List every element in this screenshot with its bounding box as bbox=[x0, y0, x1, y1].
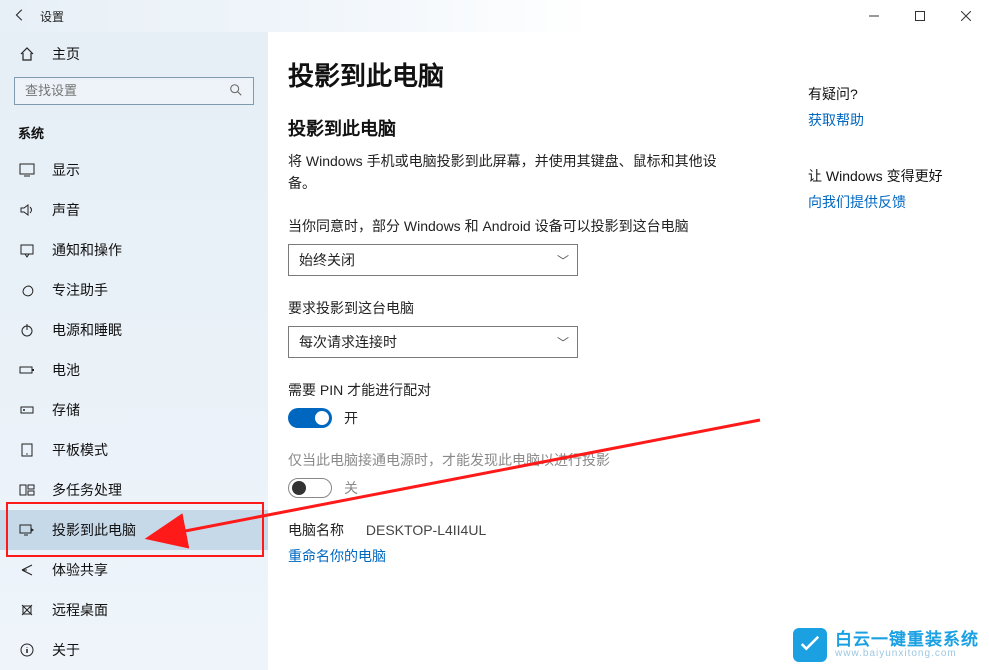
search-box[interactable] bbox=[14, 77, 254, 105]
sidebar-home[interactable]: 主页 bbox=[0, 38, 268, 71]
option1-label: 当你同意时，部分 Windows 和 Android 设备可以投影到这台电脑 bbox=[288, 216, 768, 236]
sidebar-item-remote-desktop[interactable]: 远程桌面 bbox=[0, 590, 268, 630]
page-title: 投影到此电脑 bbox=[288, 56, 768, 93]
storage-icon bbox=[18, 402, 36, 418]
section-title: 投影到此电脑 bbox=[288, 115, 768, 141]
sidebar-item-label: 声音 bbox=[52, 200, 80, 220]
home-icon bbox=[18, 46, 36, 62]
sidebar-item-focus-assist[interactable]: 专注助手 bbox=[0, 270, 268, 310]
option1-select[interactable]: 始终关闭 ﹀ bbox=[288, 244, 578, 276]
sidebar-section-label: 系统 bbox=[0, 115, 268, 150]
sidebar-item-label: 电池 bbox=[52, 360, 80, 380]
minimize-button[interactable] bbox=[851, 0, 897, 32]
power-only-toggle-state: 关 bbox=[344, 478, 358, 498]
back-button[interactable] bbox=[0, 8, 40, 25]
sidebar-item-shared-experiences[interactable]: 体验共享 bbox=[0, 550, 268, 590]
sidebar-item-label: 关于 bbox=[52, 640, 80, 660]
help-question: 有疑问? bbox=[808, 84, 943, 104]
project-icon bbox=[18, 522, 36, 538]
sidebar-item-display[interactable]: 显示 bbox=[0, 150, 268, 190]
sidebar-item-sound[interactable]: 声音 bbox=[0, 190, 268, 230]
search-input[interactable] bbox=[25, 83, 229, 98]
sidebar-item-label: 体验共享 bbox=[52, 560, 108, 580]
battery-icon bbox=[18, 362, 36, 378]
main-panel: 投影到此电脑 投影到此电脑 将 Windows 手机或电脑投影到此屏幕，并使用其… bbox=[288, 56, 768, 670]
section-description: 将 Windows 手机或电脑投影到此屏幕，并使用其键盘、鼠标和其他设备。 bbox=[288, 151, 718, 194]
window-title: 设置 bbox=[40, 8, 64, 25]
sidebar-item-notifications[interactable]: 通知和操作 bbox=[0, 230, 268, 270]
sidebar-item-label: 平板模式 bbox=[52, 440, 108, 460]
sidebar-nav: 显示 声音 通知和操作 专注助手 电源和睡眠 bbox=[0, 150, 268, 670]
sidebar-item-battery[interactable]: 电池 bbox=[0, 350, 268, 390]
option2-label: 要求投影到这台电脑 bbox=[288, 298, 768, 318]
pin-toggle[interactable] bbox=[288, 408, 332, 428]
power-only-label: 仅当此电脑接通电源时，才能发现此电脑以进行投影 bbox=[288, 450, 768, 470]
sidebar-item-label: 多任务处理 bbox=[52, 480, 122, 500]
rename-pc-link[interactable]: 重命名你的电脑 bbox=[288, 546, 768, 566]
sidebar-item-label: 投影到此电脑 bbox=[52, 520, 136, 540]
focus-icon bbox=[18, 282, 36, 298]
pc-name-value: DESKTOP-L4II4UL bbox=[366, 522, 486, 538]
sound-icon bbox=[18, 202, 36, 218]
pc-name-line: 电脑名称 DESKTOP-L4II4UL bbox=[288, 520, 768, 540]
sidebar-item-label: 显示 bbox=[52, 160, 80, 180]
sidebar-item-multitasking[interactable]: 多任务处理 bbox=[0, 470, 268, 510]
close-button[interactable] bbox=[943, 0, 989, 32]
chevron-down-icon: ﹀ bbox=[557, 334, 569, 351]
pin-toggle-state: 开 bbox=[344, 408, 358, 428]
sidebar-item-storage[interactable]: 存储 bbox=[0, 390, 268, 430]
sidebar-item-power-sleep[interactable]: 电源和睡眠 bbox=[0, 310, 268, 350]
sidebar-item-label: 远程桌面 bbox=[52, 600, 108, 620]
display-icon bbox=[18, 162, 36, 178]
power-icon bbox=[18, 322, 36, 338]
content-area: 投影到此电脑 投影到此电脑 将 Windows 手机或电脑投影到此屏幕，并使用其… bbox=[268, 32, 989, 670]
maximize-button[interactable] bbox=[897, 0, 943, 32]
option2-select[interactable]: 每次请求连接时 ﹀ bbox=[288, 326, 578, 358]
chevron-down-icon: ﹀ bbox=[557, 252, 569, 269]
share-icon bbox=[18, 562, 36, 578]
pc-name-label: 电脑名称 bbox=[288, 522, 344, 538]
titlebar: 设置 bbox=[0, 0, 989, 32]
feedback-link[interactable]: 向我们提供反馈 bbox=[808, 192, 943, 212]
about-icon bbox=[18, 642, 36, 658]
sidebar-item-label: 存储 bbox=[52, 400, 80, 420]
pin-label: 需要 PIN 才能进行配对 bbox=[288, 380, 768, 400]
sidebar-item-label: 电源和睡眠 bbox=[52, 320, 122, 340]
power-only-toggle bbox=[288, 478, 332, 498]
help-panel: 有疑问? 获取帮助 让 Windows 变得更好 向我们提供反馈 bbox=[808, 56, 943, 670]
option2-value: 每次请求连接时 bbox=[299, 332, 397, 352]
sidebar-item-label: 通知和操作 bbox=[52, 240, 122, 260]
search-icon bbox=[229, 83, 245, 99]
option1-value: 始终关闭 bbox=[299, 250, 355, 270]
improve-windows-label: 让 Windows 变得更好 bbox=[808, 166, 943, 186]
get-help-link[interactable]: 获取帮助 bbox=[808, 110, 943, 130]
sidebar-home-label: 主页 bbox=[52, 44, 80, 64]
sidebar-item-label: 专注助手 bbox=[52, 280, 108, 300]
sidebar-item-projecting[interactable]: 投影到此电脑 bbox=[0, 510, 268, 550]
sidebar-item-tablet-mode[interactable]: 平板模式 bbox=[0, 430, 268, 470]
sidebar-item-about[interactable]: 关于 bbox=[0, 630, 268, 670]
sidebar: 主页 系统 显示 声音 通知和操作 bbox=[0, 32, 268, 670]
notification-icon bbox=[18, 242, 36, 258]
remote-icon bbox=[18, 602, 36, 618]
tablet-icon bbox=[18, 442, 36, 458]
multitask-icon bbox=[18, 482, 36, 498]
